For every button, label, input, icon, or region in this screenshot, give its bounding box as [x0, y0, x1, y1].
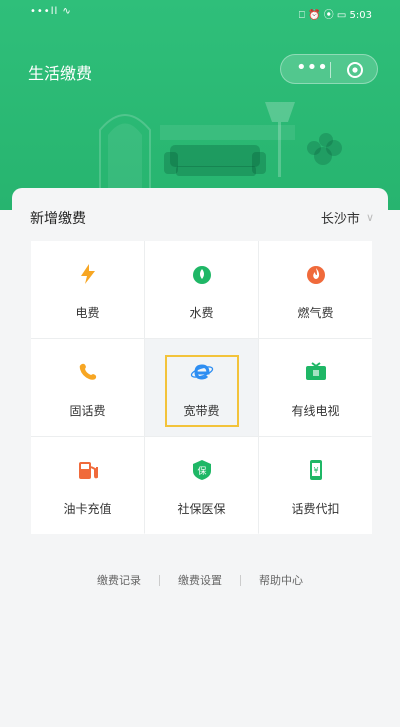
link-payment-settings[interactable]: 缴费设置	[178, 572, 222, 588]
payment-item-label: 有线电视	[291, 404, 340, 418]
payment-item-label: 社保医保	[177, 502, 226, 516]
lightning-icon	[80, 264, 95, 284]
svg-text:¥: ¥	[313, 466, 318, 475]
card-header: 新增缴费 长沙市 ∨	[12, 188, 388, 240]
payment-item-broadband[interactable]: 宽带费	[145, 339, 258, 436]
status-right: ⎕ ⏰ ⦿ ▭ 5:03	[298, 10, 372, 21]
water-drop-icon	[192, 266, 211, 284]
payment-item-label: 油卡充值	[63, 502, 112, 516]
capsule-divider	[330, 62, 331, 78]
payment-grid: 电费 水费 燃气费 固话费 宽带费 有线电视 油卡充值 保 社保医保 ¥ 话费代…	[31, 241, 372, 534]
payment-item-electricity[interactable]: 电费	[31, 241, 144, 338]
home-illustration	[99, 102, 342, 200]
add-payment-title: 新增缴费	[30, 211, 86, 227]
grid-divider	[258, 241, 259, 533]
payment-item-label: 水费	[189, 306, 214, 320]
more-icon[interactable]: •••	[296, 59, 328, 77]
payment-item-label: 话费代扣	[291, 502, 340, 516]
grid-divider	[31, 436, 371, 437]
payment-item-water[interactable]: 水费	[145, 241, 258, 338]
payment-item-landline[interactable]: 固话费	[31, 339, 144, 436]
status-bar: •••ll ∿ ⎕ ⏰ ⦿ ▭ 5:03	[0, 0, 400, 26]
payment-item-fuel-card[interactable]: 油卡充值	[31, 437, 144, 534]
link-divider	[240, 574, 241, 586]
link-help-center[interactable]: 帮助中心	[259, 572, 303, 588]
broadband-e-icon	[190, 364, 213, 380]
svg-text:保: 保	[197, 465, 206, 477]
grid-divider	[144, 241, 145, 533]
payment-item-gas[interactable]: 燃气费	[259, 241, 372, 338]
payment-item-label: 燃气费	[297, 306, 334, 320]
shield-bao-icon: 保	[192, 460, 211, 480]
city-selector[interactable]: 长沙市 ∨	[321, 208, 374, 227]
link-payment-records[interactable]: 缴费记录	[97, 572, 141, 588]
phone-icon	[79, 363, 96, 380]
miniprogram-capsule: •••	[280, 54, 378, 84]
header: •••ll ∿ ⎕ ⏰ ⦿ ▭ 5:03 生活缴费 •••	[0, 0, 400, 210]
payment-item-social-insurance[interactable]: 保 社保医保	[145, 437, 258, 534]
payment-item-label: 固话费	[69, 404, 106, 418]
page-title: 生活缴费	[28, 64, 93, 83]
chevron-down-icon: ∨	[365, 211, 374, 224]
payment-item-label: 宽带费	[183, 404, 220, 418]
payment-card: 新增缴费 长沙市 ∨ 电费 水费 燃气费 固话费 宽带费 有线电视 油卡充值 保…	[12, 188, 388, 727]
flame-icon	[306, 266, 325, 284]
tv-icon	[305, 362, 326, 380]
fuel-pump-icon	[78, 462, 98, 479]
link-divider	[159, 574, 160, 586]
signal-icons: •••ll ∿	[30, 6, 72, 17]
payment-item-cable-tv[interactable]: 有线电视	[259, 339, 372, 436]
city-label: 长沙市	[320, 212, 360, 227]
grid-divider	[31, 338, 371, 339]
mobile-yen-icon: ¥	[309, 460, 322, 480]
footer-links: 缴费记录 缴费设置 帮助中心	[12, 572, 388, 588]
payment-item-phone-autopay[interactable]: ¥ 话费代扣	[259, 437, 372, 534]
close-target-icon[interactable]	[346, 61, 364, 79]
payment-item-label: 电费	[75, 306, 100, 320]
